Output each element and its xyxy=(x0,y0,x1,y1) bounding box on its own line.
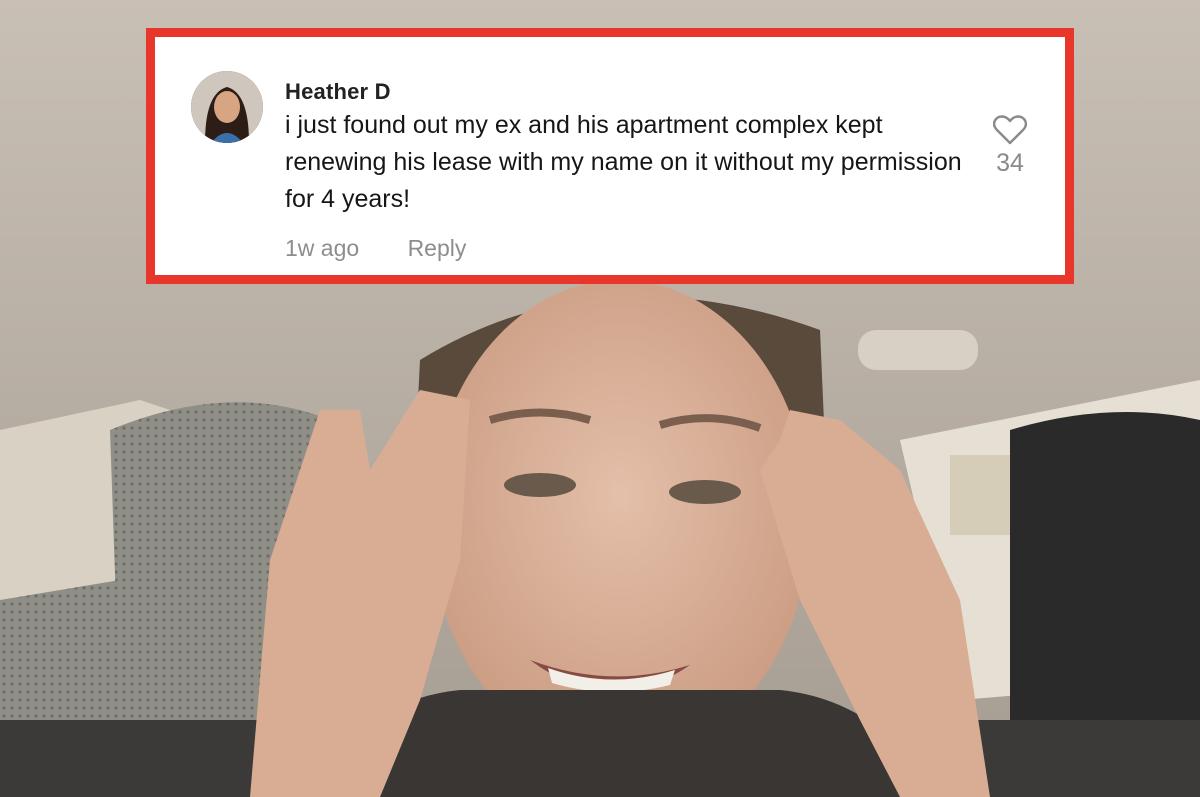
comment-meta: 1w ago Reply xyxy=(285,235,466,262)
like-count: 34 xyxy=(996,149,1024,177)
avatar[interactable] xyxy=(191,71,263,143)
comment-timestamp: 1w ago xyxy=(285,235,360,261)
comment-username[interactable]: Heather D xyxy=(285,79,391,105)
reply-button[interactable]: Reply xyxy=(408,235,467,261)
heart-outline-icon[interactable] xyxy=(993,115,1027,145)
comment-text: i just found out my ex and his apartment… xyxy=(285,111,962,213)
comment-card: Heather D i just found out my ex and his… xyxy=(146,28,1074,284)
like-button[interactable]: 34 xyxy=(985,115,1035,178)
